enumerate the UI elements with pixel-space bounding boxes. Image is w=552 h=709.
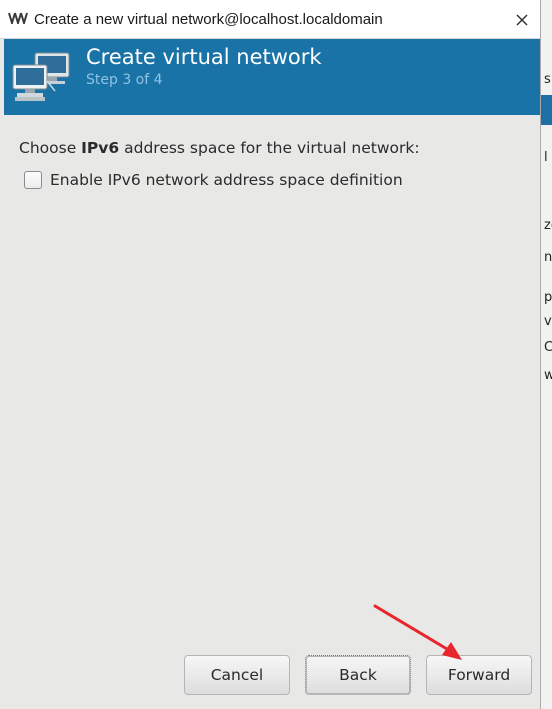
wizard-step-indicator: Step 3 of 4	[86, 72, 163, 88]
background-window-right: s l ze n p v C w	[540, 0, 552, 709]
enable-ipv6-checkbox[interactable]	[24, 171, 42, 189]
window-title: Create a new virtual network@localhost.l…	[34, 11, 383, 28]
prompt-prefix: Choose	[19, 139, 82, 157]
enable-ipv6-label[interactable]: Enable IPv6 network address space defini…	[50, 171, 403, 189]
bg-text-fragment: l	[544, 150, 548, 165]
back-button[interactable]: Back	[305, 655, 411, 695]
prompt-suffix: address space for the virtual network:	[119, 139, 420, 157]
cancel-button[interactable]: Cancel	[184, 655, 290, 695]
bg-text-fragment: v	[544, 314, 552, 329]
network-computers-icon	[12, 52, 70, 101]
bg-text-fragment: C	[544, 340, 552, 355]
prompt-ipv6-bold: IPv6	[81, 139, 120, 157]
virt-manager-icon	[8, 12, 28, 24]
create-virtual-network-dialog: Create a new virtual network@localhost.l…	[0, 0, 541, 709]
bg-text-fragment: ze	[544, 218, 552, 233]
bg-text-fragment: n	[544, 250, 552, 265]
ipv6-prompt-text: Choose IPv6 address space for the virtua…	[19, 139, 420, 157]
wizard-header: Create virtual network Step 3 of 4	[4, 39, 540, 115]
forward-button[interactable]: Forward	[426, 655, 532, 695]
bg-blue-strip	[541, 95, 552, 125]
close-icon[interactable]	[515, 13, 529, 27]
bg-text-fragment: s	[544, 72, 551, 87]
enable-ipv6-option[interactable]: Enable IPv6 network address space defini…	[24, 169, 403, 191]
close-button[interactable]	[508, 6, 536, 34]
window-titlebar: Create a new virtual network@localhost.l…	[0, 0, 540, 39]
bg-text-fragment: p	[544, 290, 552, 305]
wizard-title: Create virtual network	[86, 45, 322, 69]
bg-text-fragment: w	[544, 368, 552, 383]
